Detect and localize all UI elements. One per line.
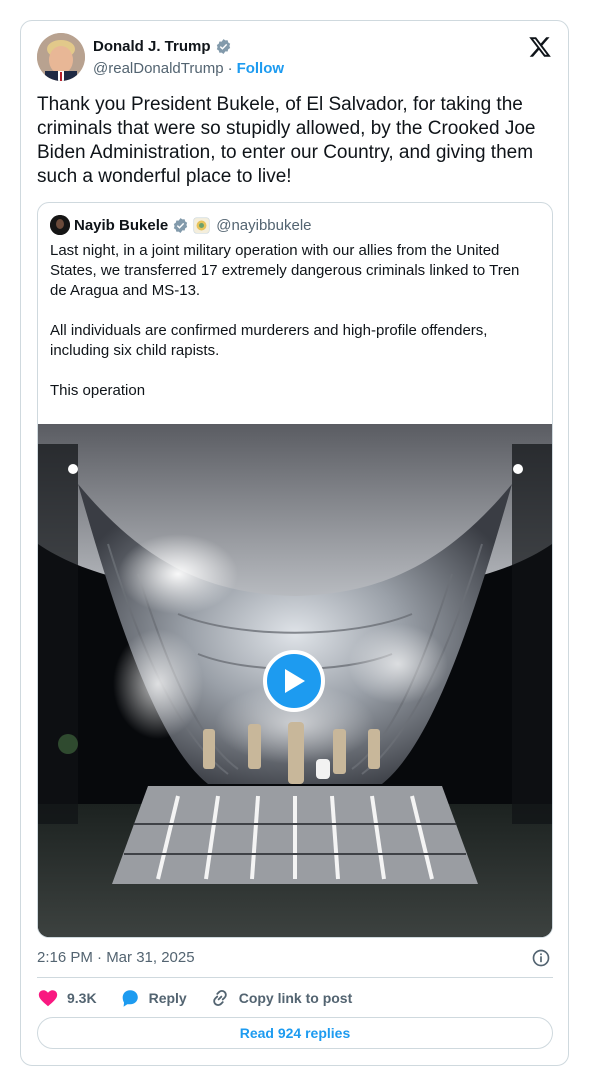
- verified-badge-icon: [216, 39, 230, 54]
- heart-icon: [38, 990, 58, 1007]
- reply-bubble-icon: [122, 990, 138, 1007]
- avatar-image: [37, 33, 85, 81]
- like-count: 9.3K: [67, 990, 97, 1006]
- read-replies-label: Read 924 replies: [239, 1025, 351, 1041]
- quoted-tweet[interactable]: Nayib Bukele @nayibbukele Last night, in…: [37, 202, 553, 938]
- read-replies-button[interactable]: Read 924 replies: [37, 1017, 553, 1049]
- reply-label: Reply: [148, 990, 187, 1006]
- quoted-author-name: Nayib Bukele: [74, 216, 169, 234]
- author-name[interactable]: Donald J. Trump: [93, 38, 211, 55]
- copy-link-button[interactable]: Copy link to post: [209, 987, 353, 1009]
- quoted-paragraph: This operation: [50, 382, 146, 399]
- like-button[interactable]: 9.3K: [37, 987, 97, 1009]
- author-handle[interactable]: @realDonaldTrump: [93, 60, 224, 77]
- x-logo-icon[interactable]: [528, 35, 552, 59]
- author-avatar[interactable]: [37, 33, 85, 81]
- quoted-paragraph: All individuals are confirmed murderers …: [50, 322, 488, 359]
- tweet-embed-card: Donald J. Trump @realDonaldTrump · Follo…: [20, 20, 569, 1066]
- reply-button[interactable]: Reply: [119, 987, 187, 1009]
- divider: [37, 977, 553, 978]
- quoted-author-avatar: [50, 215, 70, 235]
- post-timestamp[interactable]: 2:16 PM · Mar 31, 2025: [37, 949, 195, 966]
- follow-button[interactable]: Follow: [237, 60, 285, 77]
- quoted-paragraph: Last night, in a joint military operatio…: [50, 242, 520, 299]
- tweet-text: Thank you President Bukele, of El Salvad…: [37, 94, 536, 187]
- info-icon[interactable]: [531, 948, 551, 968]
- play-button[interactable]: [263, 650, 325, 712]
- affiliate-emblem-icon: [193, 216, 210, 234]
- link-icon: [212, 989, 227, 1007]
- video-thumbnail[interactable]: [38, 424, 552, 937]
- handle-separator: ·: [227, 60, 233, 77]
- quoted-text: Last night, in a joint military operatio…: [50, 241, 530, 421]
- copy-link-label: Copy link to post: [238, 990, 353, 1006]
- verified-badge-icon: [174, 217, 188, 233]
- play-icon: [285, 669, 305, 693]
- quoted-author-handle: @nayibbukele: [216, 216, 312, 234]
- action-bar: 9.3K Reply Copy link to post: [37, 987, 374, 1009]
